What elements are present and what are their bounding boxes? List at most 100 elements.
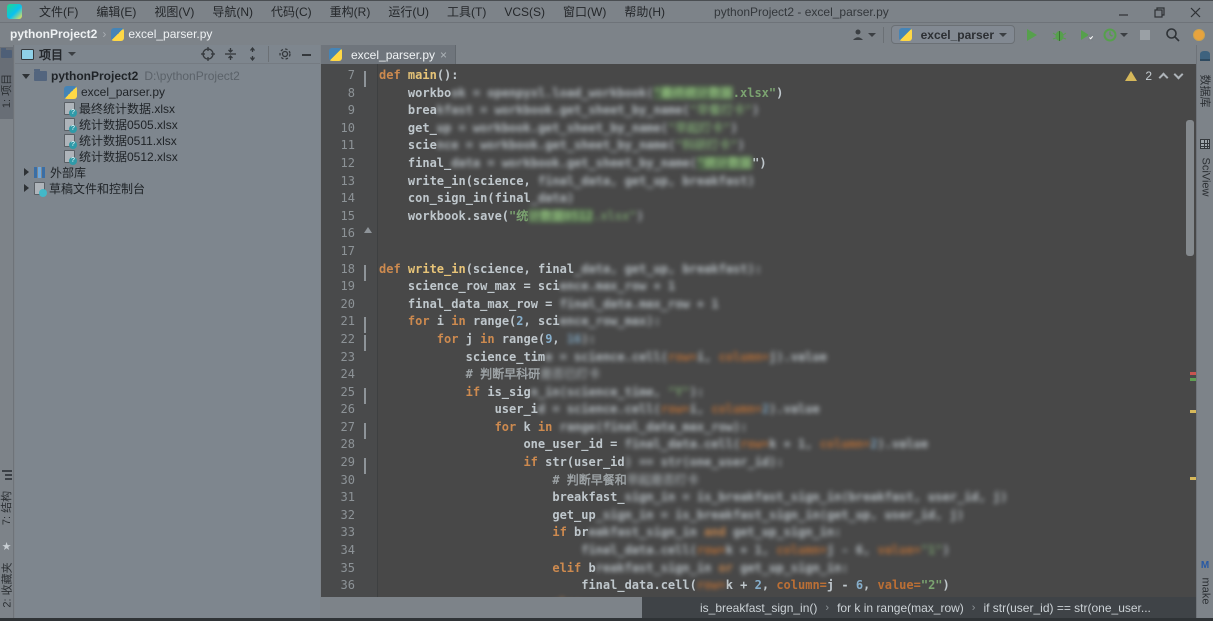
line-number[interactable]: 9 [321, 102, 355, 120]
code-line[interactable]: 36final_data.cell(row=k + 2, column=j - … [321, 577, 1196, 595]
code-line[interactable]: 19science_row_max = science.max_row + 1 [321, 278, 1196, 296]
line-number[interactable]: 26 [321, 401, 355, 419]
line-number[interactable]: 14 [321, 190, 355, 208]
code-line[interactable]: 28one_user_id = final_data.cell(row=k + … [321, 436, 1196, 454]
line-number[interactable]: 35 [321, 560, 355, 578]
line-number[interactable]: 15 [321, 208, 355, 226]
line-number[interactable]: 36 [321, 577, 355, 595]
tree-row[interactable]: 最终统计数据.xlsx [15, 100, 320, 116]
breadcrumb-item[interactable]: for k in range(max_row) [837, 601, 964, 615]
line-number[interactable]: 24 [321, 366, 355, 384]
menu-item-5[interactable]: 重构(R) [321, 3, 380, 21]
menu-item-7[interactable]: 工具(T) [438, 3, 495, 21]
code-line[interactable]: 23science_time = science.cell(row=i, col… [321, 349, 1196, 367]
tree-row[interactable]: excel_parser.py [15, 84, 320, 100]
code-line[interactable]: 29if str(user_id) == str(one_user_id): [321, 454, 1196, 472]
inspection-widget[interactable]: 2 [1125, 69, 1182, 83]
menu-item-6[interactable]: 运行(U) [379, 3, 438, 21]
line-number[interactable]: 7 [321, 67, 355, 85]
expand-all-button[interactable] [224, 47, 237, 61]
tree-row[interactable]: 外部库 [15, 164, 320, 180]
breadcrumb-item[interactable]: if str(user_id) == str(one_user... [983, 601, 1150, 615]
menu-item-8[interactable]: VCS(S) [495, 3, 554, 21]
code-line[interactable]: 26user_id = science.cell(row=i, column=2… [321, 401, 1196, 419]
restore-button[interactable] [1141, 1, 1177, 23]
line-number[interactable]: 10 [321, 120, 355, 138]
tab-close-icon[interactable]: × [440, 49, 447, 61]
stripe-button-structure[interactable]: 7: 结构 [0, 468, 13, 528]
line-number[interactable]: 20 [321, 296, 355, 314]
code-line[interactable]: 12final_data = workbook.get_sheet_by_nam… [321, 155, 1196, 173]
line-number[interactable]: 34 [321, 542, 355, 560]
hide-panel-button[interactable] [301, 49, 312, 60]
stripe-button-make[interactable]: M make [1197, 560, 1213, 612]
breadcrumb-file[interactable]: excel_parser.py [128, 27, 212, 41]
code-line[interactable]: 34final_data.cell(row=k + 1, column=j - … [321, 542, 1196, 560]
line-number[interactable]: 37 [321, 595, 355, 597]
code-line[interactable]: 8workbook = openpyxl.load_workbook("最终统计… [321, 85, 1196, 103]
chevron-expanded-icon[interactable] [21, 71, 31, 81]
stripe-button-favorites[interactable]: ★ 2: 收藏夹 [0, 540, 13, 610]
tree-row[interactable]: pythonProject2D:\pythonProject2 [15, 68, 320, 84]
tree-row[interactable]: 统计数据0505.xlsx [15, 116, 320, 132]
coverage-button[interactable] [1076, 25, 1096, 45]
notification-indicator[interactable] [1189, 25, 1209, 45]
locate-file-button[interactable] [201, 47, 215, 61]
line-number[interactable]: 13 [321, 173, 355, 191]
debug-button[interactable] [1049, 25, 1069, 45]
line-number[interactable]: 18 [321, 261, 355, 279]
code-line[interactable]: 33if breakfast_sign_in and get_up_sign_i… [321, 524, 1196, 542]
menu-item-9[interactable]: 窗口(W) [554, 3, 615, 21]
stripe-button-database[interactable]: 数据库 [1197, 49, 1213, 115]
next-problem-icon[interactable] [1174, 70, 1184, 80]
line-number[interactable]: 25 [321, 384, 355, 402]
code-line[interactable]: 31breakfast_sign_in = is_breakfast_sign_… [321, 489, 1196, 507]
code-line[interactable]: 14con_sign_in(final_data) [321, 190, 1196, 208]
tree-row[interactable]: 草稿文件和控制台 [15, 180, 320, 196]
code-line[interactable]: 10get_up = workbook.get_sheet_by_name("早… [321, 120, 1196, 138]
code-line[interactable]: 17 [321, 243, 1196, 261]
line-number[interactable]: 30 [321, 472, 355, 490]
line-number[interactable]: 11 [321, 137, 355, 155]
close-button[interactable] [1177, 1, 1213, 23]
line-number[interactable]: 29 [321, 454, 355, 472]
line-number[interactable]: 21 [321, 313, 355, 331]
line-number[interactable]: 33 [321, 524, 355, 542]
line-number[interactable]: 23 [321, 349, 355, 367]
code-line[interactable]: 35elif breakfast_sign_in or get_up_sign_… [321, 560, 1196, 578]
code-line[interactable]: 32get_up_sign_in = is_breakfast_sign_in(… [321, 507, 1196, 525]
settings-button[interactable] [278, 47, 292, 61]
profiler-button[interactable] [1103, 25, 1128, 45]
line-number[interactable]: 8 [321, 85, 355, 103]
code-line[interactable]: 16 [321, 225, 1196, 243]
user-button[interactable] [851, 25, 876, 45]
menu-item-10[interactable]: 帮助(H) [615, 3, 674, 21]
code-line[interactable]: 9breakfast = workbook.get_sheet_by_name(… [321, 102, 1196, 120]
code-line[interactable]: 21for i in range(2, science_row_max): [321, 313, 1196, 331]
menu-item-2[interactable]: 视图(V) [145, 3, 203, 21]
line-number[interactable]: 19 [321, 278, 355, 296]
stop-button[interactable] [1135, 25, 1155, 45]
line-number[interactable]: 27 [321, 419, 355, 437]
menu-item-0[interactable]: 文件(F) [30, 3, 87, 21]
breadcrumb-project[interactable]: pythonProject2 [10, 27, 97, 41]
collapse-all-button[interactable] [246, 47, 259, 61]
code-line[interactable]: 18def write_in(science, final_data, get_… [321, 261, 1196, 279]
code-editor[interactable]: 7def main():8workbook = openpyxl.load_wo… [321, 64, 1196, 597]
code-line[interactable]: 15workbook.save("统计数据0512.xlsx") [321, 208, 1196, 226]
chevron-collapsed-icon[interactable] [21, 183, 31, 193]
menu-item-1[interactable]: 编辑(E) [87, 3, 145, 21]
menu-item-4[interactable]: 代码(C) [262, 3, 321, 21]
editor-tab[interactable]: excel_parser.py × [321, 45, 456, 64]
code-line[interactable]: 7def main(): [321, 67, 1196, 85]
tree-row[interactable]: 统计数据0512.xlsx [15, 148, 320, 164]
line-number[interactable]: 17 [321, 243, 355, 261]
breadcrumb-item[interactable]: is_breakfast_sign_in() [700, 601, 817, 615]
stripe-button-project[interactable]: 1: 项目 [0, 47, 13, 119]
line-number[interactable]: 32 [321, 507, 355, 525]
code-line[interactable]: 22for j in range(9, 16): [321, 331, 1196, 349]
dropdown-arrow-icon[interactable] [68, 52, 76, 56]
code-line[interactable]: 24# 判断早科研是否已打卡 [321, 366, 1196, 384]
tree-row[interactable]: 统计数据0511.xlsx [15, 132, 320, 148]
chevron-collapsed-icon[interactable] [21, 167, 31, 177]
